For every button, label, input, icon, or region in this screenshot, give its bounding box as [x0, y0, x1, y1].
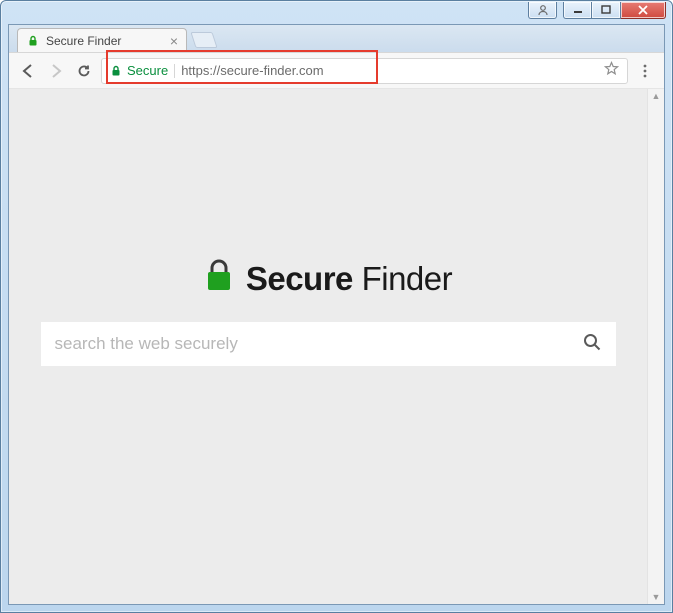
brand-bold: Secure	[246, 260, 353, 297]
back-button[interactable]	[17, 60, 39, 82]
secure-badge: Secure	[110, 63, 168, 78]
maximize-icon	[601, 5, 611, 15]
search-box	[41, 322, 616, 366]
vertical-scrollbar[interactable]: ▲ ▼	[647, 89, 664, 604]
user-icon	[537, 4, 549, 16]
brand-thin: Finder	[353, 260, 452, 297]
window-frame: Secure Finder × Secure https://secu	[0, 0, 673, 613]
address-bar[interactable]: Secure https://secure-finder.com	[101, 58, 628, 84]
tab-strip: Secure Finder ×	[9, 25, 664, 53]
tab-title: Secure Finder	[46, 34, 121, 48]
secure-label: Secure	[127, 63, 168, 78]
close-button[interactable]	[621, 2, 666, 19]
omnibox-divider	[174, 64, 175, 78]
brand-logo: Secure Finder	[204, 259, 452, 298]
page-viewport: Secure Finder ▲ ▼	[9, 89, 664, 604]
brand-text: Secure Finder	[246, 260, 452, 298]
tab-close-icon[interactable]: ×	[170, 33, 178, 49]
search-submit-icon[interactable]	[582, 332, 602, 357]
close-icon	[637, 4, 649, 16]
page-content: Secure Finder	[9, 89, 647, 604]
titlebar-buttons	[528, 2, 666, 19]
browser-menu-button[interactable]	[634, 60, 656, 82]
scroll-down-icon[interactable]: ▼	[652, 592, 661, 602]
user-button[interactable]	[528, 2, 557, 19]
forward-arrow-icon	[48, 63, 64, 79]
tab-active[interactable]: Secure Finder ×	[17, 28, 187, 52]
url-text: https://secure-finder.com	[181, 63, 323, 78]
lock-favicon	[26, 34, 40, 48]
maximize-button[interactable]	[592, 2, 621, 19]
forward-button[interactable]	[45, 60, 67, 82]
back-arrow-icon	[20, 63, 36, 79]
brand-lock-icon	[204, 259, 234, 298]
bookmark-star-icon[interactable]	[604, 61, 619, 81]
reload-icon	[76, 63, 92, 79]
lock-icon	[110, 65, 122, 77]
kebab-menu-icon	[643, 63, 647, 79]
browser-toolbar: Secure https://secure-finder.com	[9, 53, 664, 89]
window-titlebar	[1, 1, 672, 24]
browser-frame: Secure Finder × Secure https://secu	[8, 24, 665, 605]
reload-button[interactable]	[73, 60, 95, 82]
scroll-up-icon[interactable]: ▲	[652, 91, 661, 101]
search-input[interactable]	[55, 334, 582, 354]
minimize-button[interactable]	[563, 2, 592, 19]
minimize-icon	[573, 5, 583, 15]
new-tab-button[interactable]	[190, 32, 217, 48]
